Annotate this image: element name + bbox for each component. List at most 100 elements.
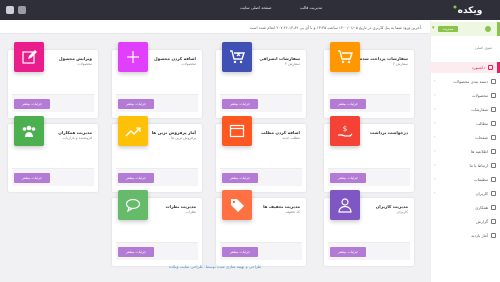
sidebar-item-posts[interactable]: مطالب ‹ [430,118,500,129]
card-footer: جزئیات بیشتر [220,242,302,260]
card-title: مدیریت نظرات [165,204,196,209]
bell-icon [491,149,496,154]
card-add-product: اضافه کردن محصول محصولات جزئیات بیشتر [112,42,202,118]
browser-icon [229,124,245,138]
sidebar-item-label: دسته بندی محصولات [453,79,488,84]
details-button[interactable]: جزئیات بیشتر [330,173,366,183]
chevron-left-icon: ‹ [434,134,436,139]
sidebar-item-dashboard[interactable]: داشبورد [430,62,500,73]
mail-icon [491,163,496,168]
cart-remove-icon [230,50,245,64]
sidebar-item-products[interactable]: محصولات ‹ [430,90,500,101]
card-footer: جزئیات بیشتر [116,168,198,186]
sidebar-item-label: اطلاعیه ها [470,149,488,154]
card-title: اضافه کردن مطلب [261,130,300,135]
sidebar-item-label: مطالب [476,121,488,126]
card-icon-box [222,190,252,220]
card-footer: جزئیات بیشتر [116,94,198,112]
box-icon [491,93,496,98]
card-title: مدیریت کاربران [375,204,408,209]
chevron-left-icon: ‹ [434,92,436,97]
chevron-left-icon: ‹ [434,176,436,181]
card-subtitle: فروشنده و بازاریاب [62,136,92,140]
sidebar-item-label: ارتباط با ما [469,163,488,168]
sidebar-item-label: همکاری [475,205,488,210]
card-paid-orders: سفارشات پرداخت شده ۲ سفارش جزئیات بیشتر [324,42,414,118]
card-discounts: مدیریت تخفیف ها کد تخفیف جزئیات بیشتر [216,190,306,266]
avatar [485,26,491,32]
cart-icon [338,50,353,64]
sidebar-item-settings[interactable]: تنظیمات ‹ [430,174,500,185]
card-partners: مدیریت همکاران فروشنده و بازاریاب جزئیات… [8,116,98,192]
card-edit-product: ویرایش محصول محصولات جزئیات بیشتر [8,42,98,118]
sidebar-item-label: تنظیمات [473,177,488,182]
card-footer: جزئیات بیشتر [12,168,94,186]
page-footer[interactable]: طراحی و بهینه سازی شده توسط: طراحی سایت … [0,264,430,269]
sidebar-item-label: محصولات [471,93,488,98]
card-canceled-orders: سفارشات انصرافی ۳ سفارش جزئیات بیشتر [216,42,306,118]
sidebar-section-header: منوی اصلی [474,46,492,50]
card-title: مدیریت همکاران [58,130,92,135]
details-button[interactable]: جزئیات بیشتر [222,247,258,257]
card-subtitle: محصولات [77,62,92,66]
sidebar-item-pages[interactable]: صفحات ‹ [430,132,500,143]
card-icon-box [118,116,148,146]
details-button[interactable]: جزئیات بیشتر [14,99,50,109]
details-button[interactable]: جزئیات بیشتر [118,173,154,183]
user-role-badge: مدیریت [438,26,458,32]
home-link[interactable]: صفحه اصلی سایت [240,5,271,10]
card-best-sellers: آمار پرفروش ترین ها پرفروش ترین ها جزئیا… [112,116,202,192]
card-add-post: اضافه کردن مطلب مطلب جدید جزئیات بیشتر [216,116,306,192]
chevron-left-icon: ‹ [434,162,436,167]
site-logo[interactable]: ویکده [448,2,492,17]
card-footer: جزئیات بیشتر [116,242,198,260]
card-icon-box [118,42,148,72]
details-button[interactable]: جزئیات بیشتر [118,99,154,109]
logo-text: ویکده [458,6,483,16]
card-comments: مدیریت نظرات نظرات جزئیات بیشتر [112,190,202,266]
card-icon-box [330,42,360,72]
group-icon [22,125,36,137]
card-subtitle: ۲ سفارش [392,62,408,66]
details-button[interactable]: جزئیات بیشتر [222,173,258,183]
card-icon-box [14,116,44,146]
card-withdraw-request: $ درخواست برداشت جزئیات بیشتر [324,116,414,192]
chart-icon [491,233,496,238]
chevron-left-icon: ‹ [434,120,436,125]
chevron-down-icon[interactable]: ▾ [432,25,435,31]
group-icon [491,205,496,210]
svg-text:$: $ [343,125,347,133]
card-title: درخواست برداشت [370,130,408,135]
sidebar-item-users[interactable]: کاربران ‹ [430,188,500,199]
dashboard-icon [488,65,493,70]
sidebar-item-visits[interactable]: آمار بازدید [430,230,500,241]
card-title: اضافه کردن محصول [153,56,196,61]
details-button[interactable]: جزئیات بیشتر [330,99,366,109]
card-icon-box: $ [330,116,360,146]
menu-icon[interactable] [6,6,14,14]
card-subtitle: محصولات [181,62,196,66]
card-subtitle: ۳ سفارش [284,62,300,66]
logout-icon[interactable] [18,6,26,14]
chevron-left-icon: ‹ [434,148,436,153]
sidebar-item-contact[interactable]: ارتباط با ما ‹ [430,160,500,171]
details-button[interactable]: جزئیات بیشتر [118,247,154,257]
edit-icon [22,50,37,64]
details-button[interactable]: جزئیات بیشتر [14,173,50,183]
last-login-notice: آخرین ورود شما به پنل کاربری در تاریخ ۱۴… [0,20,430,34]
sidebar-item-orders[interactable]: سفارشات ‹ [430,104,500,115]
tag-icon [231,199,244,212]
details-button[interactable]: جزئیات بیشتر [330,247,366,257]
document-icon [491,121,496,126]
template-link[interactable]: مدیریت قالب [300,5,322,10]
card-footer: جزئیات بیشتر [328,168,410,186]
sidebar-item-reports[interactable]: گزارش [430,216,500,227]
sidebar-item-categories[interactable]: دسته بندی محصولات ‹ [430,76,500,87]
chevron-left-icon: ‹ [434,78,436,83]
page-icon [491,135,496,140]
sidebar-item-partners[interactable]: همکاری [430,202,500,213]
card-icon-box [14,42,44,72]
details-button[interactable]: جزئیات بیشتر [222,99,258,109]
sidebar-item-notices[interactable]: اطلاعیه ها ‹ [430,146,500,157]
user-panel[interactable]: مدیریت ▾ [430,22,500,36]
